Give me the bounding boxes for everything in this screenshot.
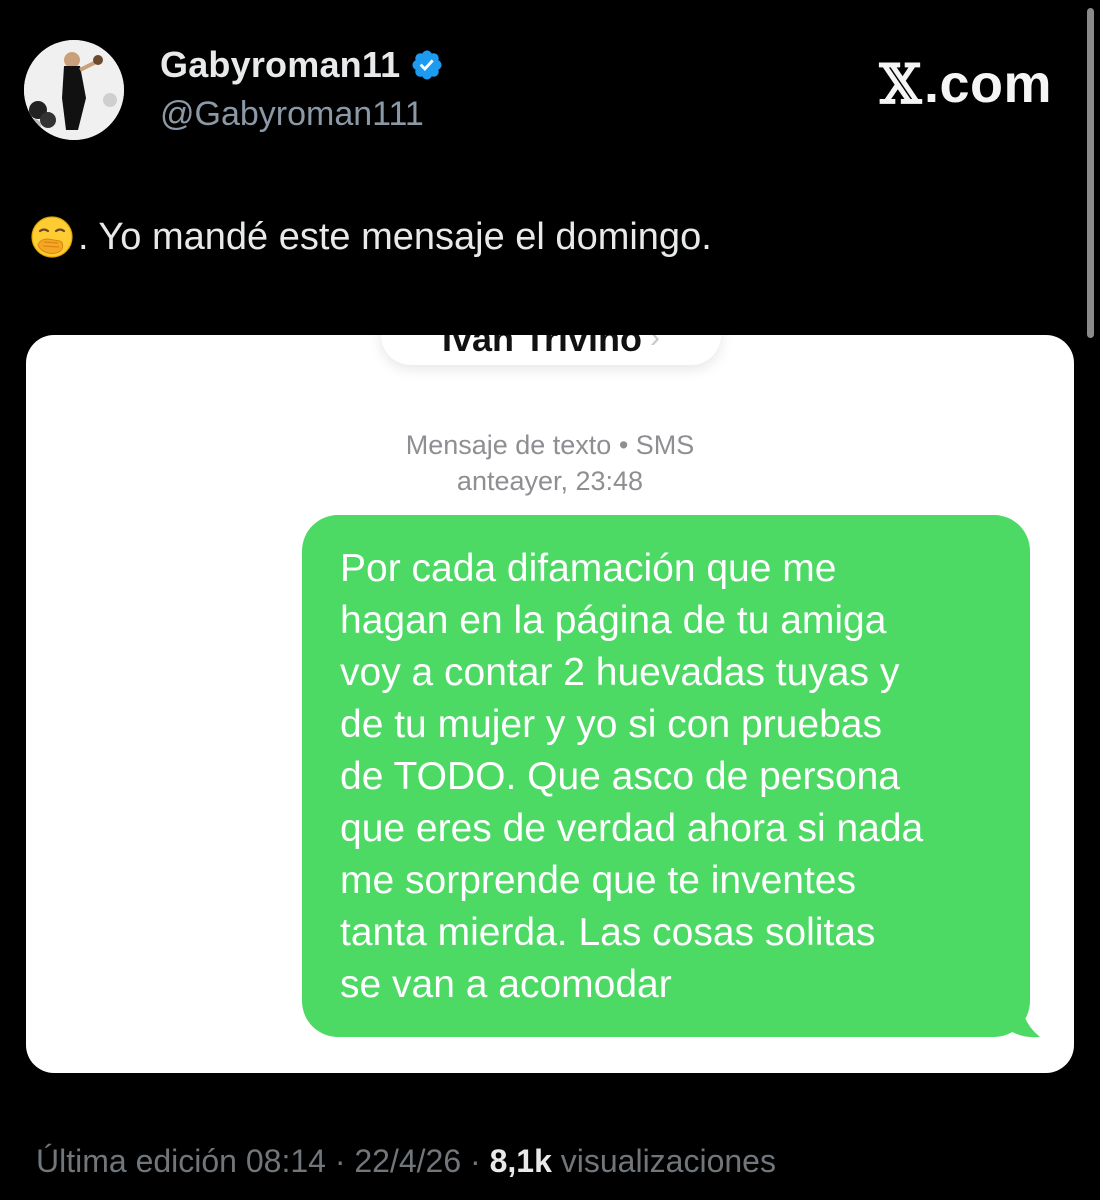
tweet-text: . Yo mandé este mensaje el domingo. [30, 215, 712, 259]
attached-image[interactable]: Ivan Triviño › Mensaje de texto • SMS an… [26, 335, 1074, 1073]
chevron-right-icon: › [650, 335, 661, 354]
message-meta: Mensaje de texto • SMS anteayer, 23:48 [26, 427, 1074, 499]
footer-separator: · [461, 1143, 490, 1179]
yawning-face-icon [31, 216, 73, 258]
author-display-name[interactable]: Gabyroman11 [160, 44, 444, 86]
message-timestamp: anteayer, 23:48 [456, 466, 644, 496]
message-line: se van a acomodar [340, 963, 672, 1006]
author-handle[interactable]: @Gabyroman111 [160, 95, 424, 134]
sms-bubble: Por cada difamación que me hagan en la p… [302, 515, 1030, 1037]
message-line: Por cada difamación que me [340, 547, 837, 590]
views-label: visualizaciones [551, 1143, 776, 1179]
bubble-tail [996, 997, 1040, 1038]
message-line: voy a contar 2 huevadas tuyas y [340, 651, 900, 694]
author-name-text[interactable]: Gabyroman11 [160, 44, 400, 86]
message-line: hagan en la página de tu amiga [340, 599, 887, 642]
verified-badge-icon [412, 50, 442, 80]
message-line: me sorprende que te inventes [340, 859, 856, 902]
brand-domain-text: .com [923, 54, 1052, 114]
avatar-photo [24, 40, 124, 140]
tweet-card: Gabyroman11 @Gabyroman111 𝕏 .com . Yo ma… [0, 0, 1100, 1200]
message-line: que eres de verdad ahora si nada [340, 807, 924, 850]
views-count: 8,1k [489, 1143, 552, 1179]
message-line: tanta mierda. Las cosas solitas [340, 911, 876, 954]
edited-timestamp[interactable]: Última edición 08:14 · 22/4/26 [36, 1143, 461, 1179]
scrollbar[interactable] [1087, 8, 1094, 338]
message-type-label: Mensaje de texto • SMS [405, 430, 695, 460]
tweet-footer: Última edición 08:14 · 22/4/26 · 8,1k vi… [36, 1143, 776, 1180]
message-line: de TODO. Que asco de persona [340, 755, 901, 798]
tweet-text-body: . Yo mandé este mensaje el domingo. [78, 215, 712, 258]
x-com-logo: 𝕏 .com [880, 52, 1052, 116]
message-line: de tu mujer y yo si con pruebas [340, 703, 882, 746]
avatar[interactable] [24, 40, 124, 140]
contact-name: Ivan Triviño [441, 335, 643, 359]
contact-header: Ivan Triviño › [381, 335, 721, 365]
x-logo-icon: 𝕏 [879, 52, 922, 116]
